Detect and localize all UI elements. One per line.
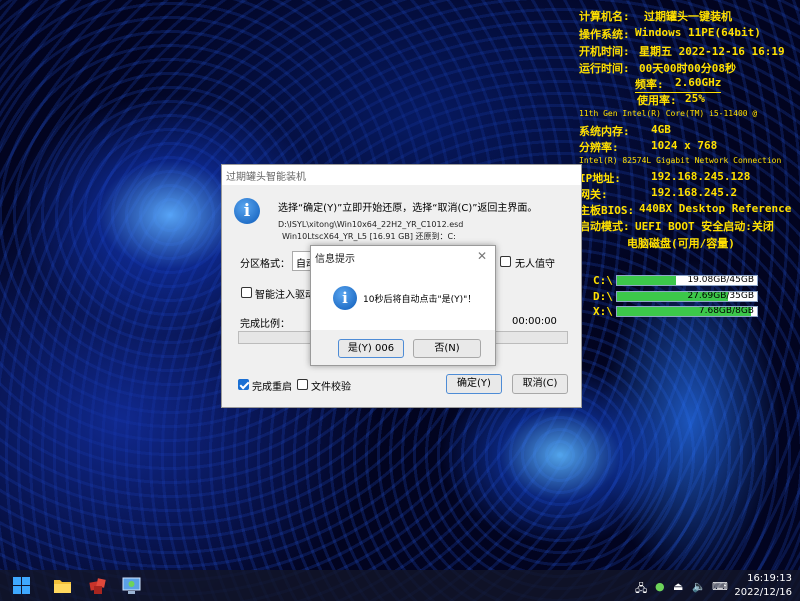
os-value: Windows 11PE(64bit): [635, 26, 761, 39]
message-box-body: i 10秒后将自动点击"是(Y)"！: [311, 268, 495, 330]
message-box-title: 信息提示: [311, 246, 495, 268]
close-icon[interactable]: ✕: [477, 249, 487, 263]
gateway-row: 网关: 192.168.245.2: [579, 186, 737, 202]
usage-value: 25%: [685, 92, 705, 105]
computer-name-row: 计算机名: 过期罐头一键装机: [579, 8, 732, 24]
bios-row: 主板BIOS: 440BX Desktop Reference: [579, 202, 791, 218]
network-icon[interactable]: 🖧: [635, 580, 647, 599]
no-button[interactable]: 否(N): [413, 339, 481, 358]
install-dialog-title: 过期罐头智能装机: [222, 165, 581, 185]
boot-mode-value: UEFI BOOT 安全启动:关闭: [635, 220, 774, 233]
ip-row: IP地址: 192.168.245.128: [579, 170, 750, 186]
partition-format-label: 分区格式：: [240, 259, 290, 270]
countdown-message: 10秒后将自动点击"是(Y)"！: [363, 295, 477, 305]
ip-value: 192.168.245.128: [651, 170, 751, 183]
progress-label: 完成比例：: [240, 319, 290, 330]
disk-c-fill: [617, 276, 676, 285]
memory-value: 4GB: [651, 123, 671, 136]
disk-c-label: C:\: [593, 274, 613, 287]
disk-x-bar: 7.68GB/8GB: [616, 306, 758, 317]
clock-time: 16:19:13: [747, 573, 792, 584]
disk-d-bar: 27.69GB/35GB: [616, 291, 758, 302]
yes-button[interactable]: 是(Y) 006: [338, 339, 404, 358]
reboot-checkbox[interactable]: [238, 379, 249, 390]
unattended-checkbox[interactable]: [500, 256, 511, 267]
cpu-model: 11th Gen Intel(R) Core(TM) i5-11400 @: [579, 109, 758, 118]
gateway-value: 192.168.245.2: [651, 186, 738, 199]
uptime-value: 00天00时00分08秒: [639, 62, 736, 75]
boot-time-row: 开机时间: 星期五 2022-12-16 16:19: [579, 43, 785, 59]
memory-label: 系统内存:: [579, 125, 630, 138]
disk-d-label: D:\: [593, 290, 613, 303]
freq-label: 频率:: [635, 78, 664, 91]
resolution-label: 分辨率:: [579, 141, 619, 154]
disk-header: 电脑磁盘(可用/容量): [627, 237, 735, 250]
computer-name-value: 过期罐头一键装机: [644, 10, 732, 23]
tools-icon[interactable]: [88, 576, 107, 595]
unattended-label: 无人值守: [515, 259, 555, 270]
volume-icon[interactable]: 🔈: [692, 580, 706, 593]
restore-prompt: 选择“确定(Y)”立即开始还原，选择“取消(C)”返回主界面。: [278, 203, 538, 214]
uptime-label: 运行时间:: [579, 62, 630, 75]
boot-time-value: 星期五 2022-12-16 16:19: [639, 45, 785, 58]
countdown-message-box: 信息提示 ✕ i 10秒后将自动点击"是(Y)"！ 是(Y) 006 否(N): [310, 245, 496, 366]
file-explorer-icon[interactable]: [53, 576, 72, 595]
ok-button[interactable]: 确定(Y): [446, 374, 502, 394]
gateway-label: 网关:: [579, 188, 608, 201]
disk-x-label: X:\: [593, 305, 613, 318]
boot-mode-row: 启动模式: UEFI BOOT 安全启动:关闭: [579, 218, 774, 234]
disk-c-text: 19.08GB/45GB: [687, 275, 754, 285]
verify-label: 文件校验: [311, 382, 351, 393]
usage-label: 使用率:: [637, 94, 677, 107]
resolution-value: 1024 x 768: [651, 139, 718, 152]
resolution-row: 分辨率: 1024 x 768: [579, 139, 717, 155]
verify-checkbox[interactable]: [297, 379, 308, 390]
memory-row: 系统内存: 4GB: [579, 123, 671, 139]
driver-inject-label: 智能注入驱动: [255, 290, 315, 301]
disk-c-bar: 19.08GB/45GB: [616, 275, 758, 286]
image-info: Win10LtscX64_YR_L5 [16.91 GB] 还原到：C:: [282, 232, 456, 241]
image-path: D:\ISYL\xitong\Win10x64_22H2_YR_C1012.es…: [278, 220, 464, 229]
bios-value: 440BX Desktop Reference: [639, 202, 792, 215]
message-info-icon: i: [333, 286, 357, 310]
start-icon[interactable]: [12, 576, 31, 595]
taskbar: 🖧 ● ⏏ 🔈 ⌨ 16:19:13 2022/12/16: [0, 570, 800, 601]
keyboard-icon[interactable]: ⌨: [712, 580, 728, 593]
cpu-frequency-row: 频率: 2.60GHz: [635, 76, 721, 93]
driver-inject-checkbox[interactable]: [241, 287, 252, 298]
network-adapter: Intel(R) 82574L Gigabit Network Connecti…: [579, 156, 782, 165]
computer-name-label: 计算机名:: [579, 10, 630, 23]
clock-date: 2022/12/16: [734, 587, 792, 598]
status-icon[interactable]: ●: [655, 580, 665, 593]
os-label: 操作系统:: [579, 28, 630, 41]
os-row: 操作系统: Windows 11PE(64bit): [579, 26, 761, 42]
disk-x-text: 7.68GB/8GB: [698, 306, 754, 316]
ip-label: IP地址:: [579, 172, 621, 185]
elapsed-time: 00:00:00: [512, 316, 557, 327]
usb-icon[interactable]: ⏏: [673, 580, 683, 593]
installer-icon[interactable]: [122, 576, 141, 595]
info-icon: i: [234, 198, 260, 224]
bios-label: 主板BIOS:: [579, 204, 635, 217]
reboot-label: 完成重启: [252, 382, 292, 393]
boot-mode-label: 启动模式:: [579, 220, 630, 233]
disk-d-text: 27.69GB/35GB: [687, 291, 754, 301]
freq-value: 2.60GHz: [675, 76, 722, 89]
cancel-button[interactable]: 取消(C): [512, 374, 568, 394]
uptime-row: 运行时间: 00天00时00分08秒: [579, 60, 736, 76]
boot-time-label: 开机时间:: [579, 45, 630, 58]
cpu-usage-row: 使用率: 25%: [637, 92, 705, 108]
taskbar-clock[interactable]: 16:19:13 2022/12/16: [734, 572, 792, 600]
